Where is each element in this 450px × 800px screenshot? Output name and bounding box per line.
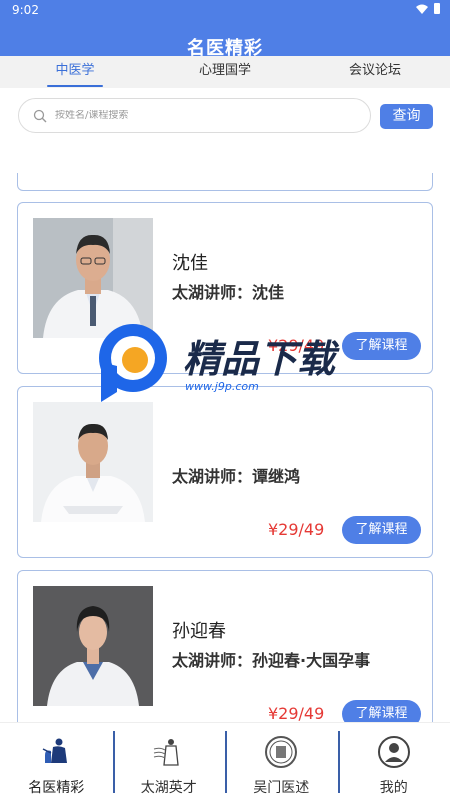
scholar-figure-icon — [153, 739, 179, 766]
course-list[interactable]: 沈佳 太湖讲师：沈佳 ¥29/49 了解课程 太湖讲师：谭继鸿 ¥29/49 了… — [0, 145, 450, 722]
battery-icon — [434, 3, 440, 14]
category-tabs: 中医学 心理国学 会议论坛 — [0, 56, 450, 88]
teacher-line: 太湖讲师：谭继鸿 — [172, 467, 301, 486]
course-card[interactable]: 太湖讲师：谭继鸿 ¥29/49 了解课程 — [17, 386, 433, 558]
search-input[interactable] — [55, 110, 325, 121]
doctor-photo — [33, 586, 153, 706]
search-icon — [33, 109, 47, 122]
nav-wumen-medicine[interactable]: 吴门医述 — [225, 723, 338, 800]
tab-psychology-culture[interactable]: 心理国学 — [150, 56, 300, 88]
course-card[interactable]: 沈佳 太湖讲师：沈佳 ¥29/49 了解课程 — [17, 202, 433, 374]
status-icons — [416, 3, 440, 14]
doctor-photo — [33, 402, 153, 522]
nav-famous-doctors[interactable]: 名医精彩 — [0, 723, 113, 800]
learn-course-button[interactable]: 了解课程 — [342, 516, 421, 544]
learn-course-button[interactable]: 了解课程 — [342, 700, 421, 722]
nav-label: 吴门医述 — [253, 780, 310, 796]
teacher-line: 太湖讲师：沈佳 — [172, 283, 285, 302]
status-time: 9:02 — [12, 3, 39, 17]
nav-mine[interactable]: 我的 — [337, 723, 450, 800]
course-price: ¥29/49 — [268, 704, 325, 722]
search-box — [18, 98, 371, 133]
learn-course-button[interactable]: 了解课程 — [342, 332, 421, 360]
course-price: ¥29/49 — [268, 336, 325, 355]
profile-icon — [377, 736, 410, 768]
tab-chinese-medicine[interactable]: 中医学 — [0, 56, 150, 88]
bottom-nav: 名医精彩 太湖英才 吴门医述 我的 — [0, 722, 450, 800]
nav-label: 我的 — [379, 780, 408, 796]
nav-label: 太湖英才 — [140, 780, 197, 796]
top-bar: 9:02 名医精彩 — [0, 0, 450, 59]
teacher-line: 太湖讲师：孙迎春·大国孕事 — [172, 651, 371, 670]
app-screen: 9:02 名医精彩 中医学 心理国学 会议论坛 查询 — [0, 0, 450, 800]
doctor-name: 孙迎春 — [172, 621, 226, 642]
nav-label: 名医精彩 — [28, 780, 85, 796]
nav-taihu-talents[interactable]: 太湖英才 — [112, 723, 226, 800]
course-card[interactable]: 孙迎春 太湖讲师：孙迎春·大国孕事 ¥29/49 了解课程 — [17, 570, 433, 722]
wifi-icon — [416, 4, 428, 14]
tab-forum[interactable]: 会议论坛 — [300, 56, 450, 88]
seal-icon — [265, 736, 298, 768]
doctor-name: 沈佳 — [172, 253, 208, 274]
query-button[interactable]: 查询 — [380, 104, 433, 129]
course-price: ¥29/49 — [268, 520, 325, 539]
doctor-figure-icon — [42, 738, 68, 763]
previous-card-edge — [17, 173, 433, 191]
doctor-photo — [33, 218, 153, 338]
